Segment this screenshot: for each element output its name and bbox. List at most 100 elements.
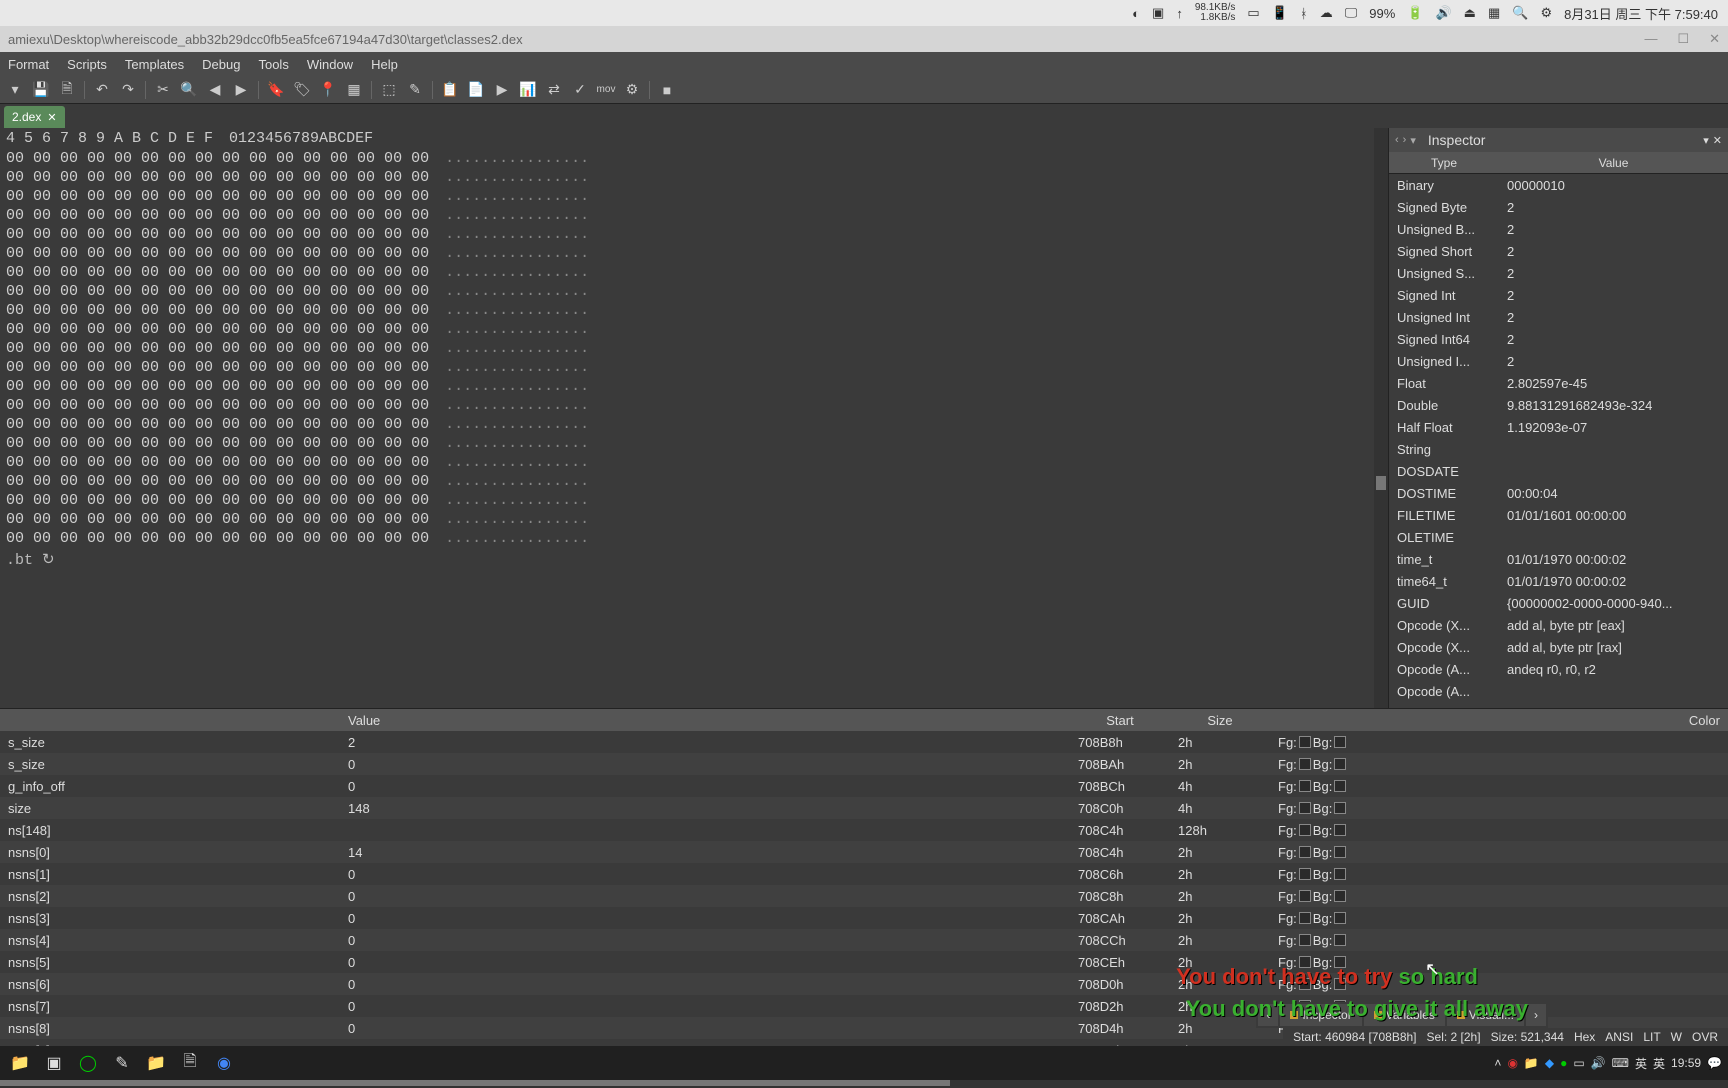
tray-icon[interactable]: ▭ [1573, 1056, 1584, 1070]
status-w[interactable]: W [1671, 1030, 1682, 1044]
goto-icon[interactable]: 📍 [317, 79, 339, 101]
inspector-row[interactable]: FILETIME01/01/1601 00:00:00 [1389, 504, 1728, 526]
prev-icon[interactable]: ◀ [204, 79, 226, 101]
hex-row[interactable]: 00 00 00 00 00 00 00 00 00 00 00 00 00 0… [6, 434, 1382, 453]
hex-row[interactable]: 00 00 00 00 00 00 00 00 00 00 00 00 00 0… [6, 282, 1382, 301]
hex-row[interactable]: 00 00 00 00 00 00 00 00 00 00 00 00 00 0… [6, 472, 1382, 491]
inspector-row[interactable]: Half Float1.192093e-07 [1389, 416, 1728, 438]
table-row[interactable]: nsns[1]0708C6h2hFg: Bg: [0, 863, 1728, 885]
hex-row[interactable]: 00 00 00 00 00 00 00 00 00 00 00 00 00 0… [6, 187, 1382, 206]
menu-icon[interactable]: ▾ [1703, 134, 1709, 147]
saveall-icon[interactable]: 🗎 [56, 79, 78, 101]
menu-window[interactable]: Window [307, 57, 353, 72]
screen-icon[interactable]: ▭ [1247, 5, 1259, 21]
menu-templates[interactable]: Templates [125, 57, 184, 72]
highlight-icon[interactable]: ✎ [404, 79, 426, 101]
inspector-row[interactable]: Unsigned S...2 [1389, 262, 1728, 284]
status-ansi[interactable]: ANSI [1605, 1030, 1633, 1044]
open-icon[interactable]: ▾ [4, 79, 26, 101]
terminal-icon[interactable]: ▣ [40, 1049, 68, 1077]
menu-format[interactable]: Format [8, 57, 49, 72]
run-icon[interactable]: ▶ [491, 79, 513, 101]
table-row[interactable]: nsns[2]0708C8h2hFg: Bg: [0, 885, 1728, 907]
undo-icon[interactable]: ↶ [91, 79, 113, 101]
hex-row[interactable]: 00 00 00 00 00 00 00 00 00 00 00 00 00 0… [6, 529, 1382, 548]
tab-next[interactable]: › [1526, 1004, 1546, 1026]
hex-row[interactable]: 00 00 00 00 00 00 00 00 00 00 00 00 00 0… [6, 377, 1382, 396]
tray-icon[interactable]: 🔊 [1591, 1056, 1606, 1070]
ime-indicator[interactable]: 英 [1635, 1055, 1647, 1072]
mov-icon[interactable]: mov [595, 79, 617, 101]
next-icon[interactable]: › [1403, 134, 1407, 147]
hex-icon[interactable]: ⬚ [378, 79, 400, 101]
hex-row[interactable]: 00 00 00 00 00 00 00 00 00 00 00 00 00 0… [6, 415, 1382, 434]
tray-icon[interactable]: ● [1560, 1056, 1567, 1070]
next-icon[interactable]: ▶ [230, 79, 252, 101]
inspector-row[interactable]: Binary00000010 [1389, 174, 1728, 196]
col-start[interactable]: Start [1070, 713, 1170, 728]
menu-tools[interactable]: Tools [258, 57, 288, 72]
calc-icon[interactable]: 📊 [517, 79, 539, 101]
hex-row[interactable]: 00 00 00 00 00 00 00 00 00 00 00 00 00 0… [6, 453, 1382, 472]
grid-icon[interactable]: ▦ [1488, 5, 1500, 21]
find-icon[interactable]: 🔍 [178, 79, 200, 101]
hex-row[interactable]: 00 00 00 00 00 00 00 00 00 00 00 00 00 0… [6, 491, 1382, 510]
table-row[interactable]: nsns[3]0708CAh2hFg: Bg: [0, 907, 1728, 929]
inspector-row[interactable]: String [1389, 438, 1728, 460]
inspector-row[interactable]: GUID{00000002-0000-0000-940... [1389, 592, 1728, 614]
inspector-row[interactable]: OLETIME [1389, 526, 1728, 548]
inspector-row[interactable]: Unsigned B...2 [1389, 218, 1728, 240]
inspector-row[interactable]: Double9.88131291682493e-324 [1389, 394, 1728, 416]
hex-editor[interactable]: 4 5 6 7 8 9 A B C D E F 0123456789ABCDEF… [0, 128, 1388, 708]
hex-row[interactable]: 00 00 00 00 00 00 00 00 00 00 00 00 00 0… [6, 168, 1382, 187]
datetime[interactable]: 8月31日 周三 下午 7:59:40 [1564, 4, 1718, 23]
save-icon[interactable]: 💾 [30, 79, 52, 101]
inspector-row[interactable]: Signed Short2 [1389, 240, 1728, 262]
file-tab[interactable]: 2.dex ✕ [4, 106, 65, 128]
app-icon[interactable]: ◯ [74, 1049, 102, 1077]
col-color[interactable]: Color [1270, 713, 1728, 728]
tray-chevron-icon[interactable]: ˄ [1494, 1056, 1501, 1070]
inspector-row[interactable]: Unsigned I...2 [1389, 350, 1728, 372]
status-ovr[interactable]: OVR [1692, 1030, 1718, 1044]
col-size[interactable]: Size [1170, 713, 1270, 728]
template-icon[interactable]: ⚙ [621, 79, 643, 101]
tray-icon[interactable]: ◆ [1545, 1056, 1554, 1070]
ime-indicator[interactable]: 英 [1653, 1055, 1665, 1072]
redo-icon[interactable]: ↷ [117, 79, 139, 101]
inspector-row[interactable]: Signed Byte2 [1389, 196, 1728, 218]
stop-icon[interactable]: ■ [656, 79, 678, 101]
hex-row[interactable]: 00 00 00 00 00 00 00 00 00 00 00 00 00 0… [6, 358, 1382, 377]
hex-row[interactable]: 00 00 00 00 00 00 00 00 00 00 00 00 00 0… [6, 510, 1382, 529]
inspector-row[interactable]: Signed Int642 [1389, 328, 1728, 350]
prev-icon[interactable]: ‹ [1395, 134, 1399, 147]
checksum-icon[interactable]: ✓ [569, 79, 591, 101]
bookmark2-icon[interactable]: 🏷 [291, 79, 313, 101]
inspector-row[interactable]: Opcode (A... [1389, 680, 1728, 702]
col-value[interactable]: Value [1499, 156, 1728, 170]
inspector-row[interactable]: Unsigned Int2 [1389, 306, 1728, 328]
maximize-icon[interactable]: ☐ [1677, 31, 1689, 47]
inspector-row[interactable]: Signed Int2 [1389, 284, 1728, 306]
cloud-icon[interactable]: ☁ [1320, 5, 1333, 21]
compare-icon[interactable]: ⇄ [543, 79, 565, 101]
inspector-row[interactable]: time64_t01/01/1970 00:00:02 [1389, 570, 1728, 592]
hex-row[interactable]: 00 00 00 00 00 00 00 00 00 00 00 00 00 0… [6, 225, 1382, 244]
close-icon[interactable]: ✕ [47, 111, 56, 124]
app-icon[interactable]: 🗎 [176, 1049, 204, 1077]
keyboard-icon[interactable]: ⌨ [1612, 1056, 1629, 1070]
status-lit[interactable]: LIT [1643, 1030, 1660, 1044]
hex-row[interactable]: 00 00 00 00 00 00 00 00 00 00 00 00 00 0… [6, 206, 1382, 225]
close-icon[interactable]: ✕ [1709, 31, 1720, 47]
chrome-icon[interactable]: ◉ [210, 1049, 238, 1077]
table-row[interactable]: nsns[4]0708CCh2hFg: Bg: [0, 929, 1728, 951]
notifications-icon[interactable]: 💬 [1707, 1056, 1722, 1070]
col-value[interactable]: Value [340, 713, 1070, 728]
explorer-icon[interactable]: 📁 [6, 1049, 34, 1077]
inspector-row[interactable]: time_t01/01/1970 00:00:02 [1389, 548, 1728, 570]
volume-icon[interactable]: 🔊 [1435, 5, 1451, 21]
table-row[interactable]: nsns[0]14708C4h2hFg: Bg: [0, 841, 1728, 863]
inspector-row[interactable]: Opcode (X...add al, byte ptr [rax] [1389, 636, 1728, 658]
table-row[interactable]: ns[148]708C4h128hFg: Bg: [0, 819, 1728, 841]
table-row[interactable]: s_size2708B8h2hFg: Bg: [0, 731, 1728, 753]
